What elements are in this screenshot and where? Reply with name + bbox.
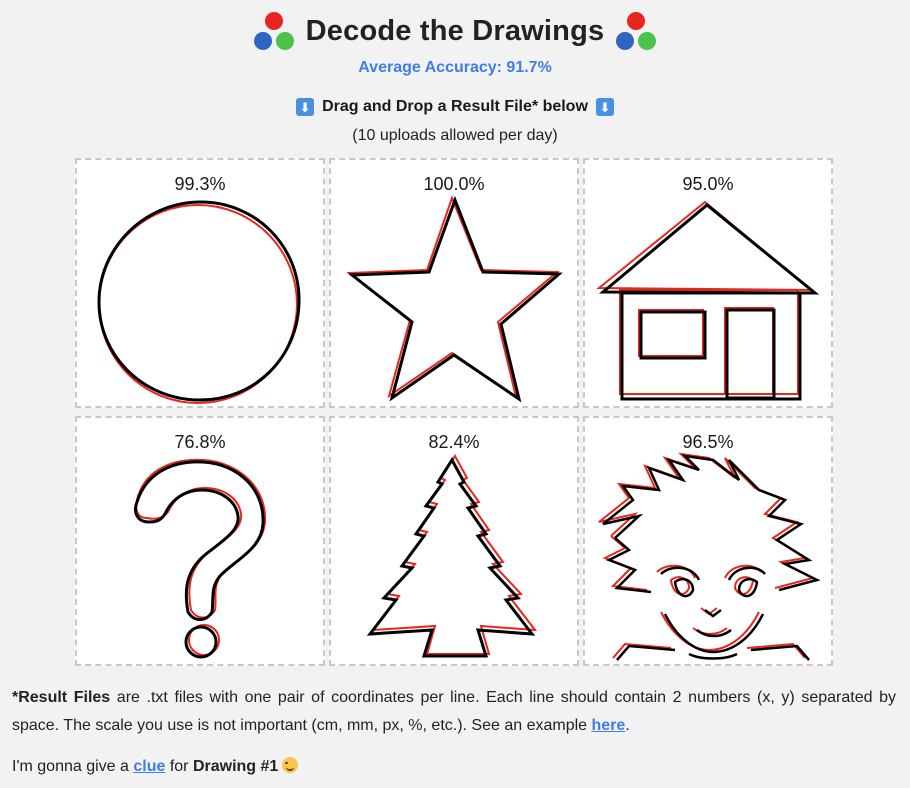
clue-line: I'm gonna give a clue for Drawing #1 — [12, 757, 299, 776]
upload-limit: (10 uploads allowed per day) — [352, 127, 558, 144]
clue-mid: for — [165, 758, 193, 775]
result-files-text: are .txt files with one pair of coordina… — [12, 689, 897, 734]
average-accuracy: Average Accuracy: 91.7% — [358, 59, 552, 76]
smiling-face-icon — [282, 757, 299, 773]
drop-zone-drawing-2[interactable]: 100.0% — [329, 158, 579, 408]
logo-right-icon — [614, 10, 658, 52]
circle-drawing — [97, 200, 301, 404]
clue-target: Drawing #1 — [192, 758, 279, 775]
period: . — [625, 717, 630, 734]
upload-instruction-text: Drag and Drop a Result File* below — [322, 98, 588, 115]
drop-zone-drawing-4[interactable]: 76.8% — [75, 416, 325, 666]
down-arrow-icon: ⬇ — [595, 98, 614, 116]
clue-link[interactable]: clue — [133, 758, 165, 775]
result-files-description: *Result Files are .txt files with one pa… — [12, 684, 896, 740]
result-files-label: *Result Files — [12, 689, 111, 706]
house-drawing — [596, 200, 820, 401]
drop-zone-drawing-6[interactable]: 96.5% — [583, 416, 833, 666]
logo-left-icon — [252, 10, 296, 52]
drop-zone-drawing-3[interactable]: 95.0% — [583, 158, 833, 408]
page-title: Decode the Drawings — [305, 14, 605, 47]
drawing-grid: 99.3% 100.0% 95.0% 76.8% 82.4% 96.5% — [75, 158, 834, 667]
tree-drawing — [366, 454, 538, 658]
drop-zone-drawing-5[interactable]: 82.4% — [329, 416, 579, 666]
example-here-link[interactable]: here — [592, 717, 626, 734]
clue-prefix: I'm gonna give a — [12, 758, 134, 775]
question-mark-drawing — [134, 458, 267, 659]
upload-instruction: ⬇ Drag and Drop a Result File* below ⬇ — [0, 98, 910, 116]
header: Decode the Drawings — [0, 8, 910, 54]
drop-zone-drawing-1[interactable]: 99.3% — [75, 158, 325, 408]
star-drawing — [346, 195, 563, 403]
down-arrow-icon: ⬇ — [296, 98, 315, 116]
face-drawing — [598, 452, 821, 661]
